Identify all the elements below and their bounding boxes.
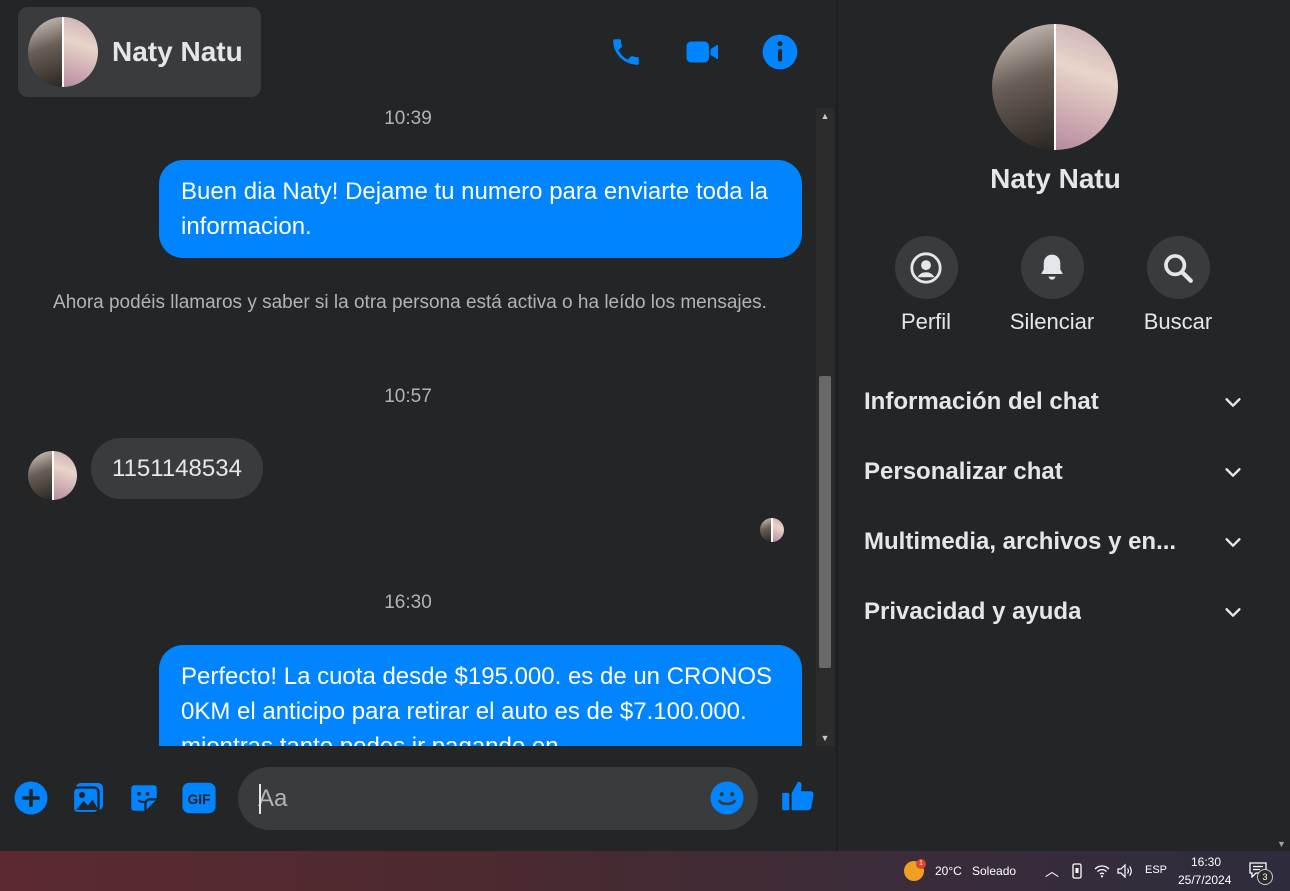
system-note: Ahora podéis llamaros y saber si la otra… bbox=[53, 292, 767, 313]
emoji-button[interactable] bbox=[709, 780, 745, 816]
bell-icon bbox=[1041, 254, 1063, 280]
weather-description[interactable]: Soleado bbox=[972, 864, 1016, 878]
image-gallery-icon bbox=[71, 783, 103, 815]
mute-button[interactable]: Silenciar bbox=[989, 236, 1115, 335]
sticker-icon bbox=[131, 785, 157, 811]
device-icon[interactable] bbox=[1070, 863, 1084, 879]
media-files-section[interactable]: Multimedia, archivos y en... bbox=[864, 522, 1244, 562]
conversation-details-panel: Naty Natu Perfil Silenciar Buscar Inform… bbox=[838, 0, 1273, 851]
chevron-down-icon bbox=[1225, 608, 1241, 617]
svg-text:GIF: GIF bbox=[187, 791, 210, 807]
scroll-down-arrow-icon[interactable]: ▼ bbox=[816, 730, 834, 746]
search-icon bbox=[1164, 253, 1193, 283]
details-contact-name: Naty Natu bbox=[990, 163, 1121, 194]
outgoing-message[interactable]: Buen dia Naty! Dejame tu numero para env… bbox=[159, 160, 802, 258]
customize-chat-label: Personalizar chat bbox=[864, 458, 1063, 485]
chevron-down-icon bbox=[1225, 398, 1241, 407]
read-receipt-avatar bbox=[760, 518, 784, 542]
gif-icon: GIF bbox=[182, 782, 216, 814]
privacy-help-label: Privacidad y ayuda bbox=[864, 598, 1082, 625]
clock-time[interactable]: 16:30 bbox=[1191, 855, 1221, 869]
wifi-icon[interactable] bbox=[1094, 864, 1110, 878]
scroll-thumb[interactable] bbox=[819, 376, 831, 668]
search-label: Buscar bbox=[1143, 309, 1213, 334]
plus-circle-icon bbox=[14, 781, 48, 815]
composer: GIF bbox=[0, 746, 836, 851]
chat-info-section[interactable]: Información del chat bbox=[864, 382, 1244, 422]
profile-icon bbox=[910, 251, 942, 284]
message-list[interactable]: 10:39 Buen dia Naty! Dejame tu numero pa… bbox=[0, 108, 816, 746]
outgoing-message[interactable]: Perfecto! La cuota desde $195.000. es de… bbox=[159, 645, 802, 746]
timestamp: 16:30 bbox=[384, 592, 432, 613]
sender-avatar bbox=[28, 451, 77, 500]
scroll-up-arrow-icon[interactable]: ▲ bbox=[816, 108, 834, 124]
media-files-label: Multimedia, archivos y en... bbox=[864, 528, 1177, 555]
gif-button[interactable]: GIF bbox=[181, 780, 217, 816]
message-input[interactable] bbox=[258, 777, 698, 821]
like-button[interactable] bbox=[778, 776, 818, 816]
profile-label: Perfil bbox=[900, 309, 952, 334]
windows-taskbar: 1 20°C Soleado ︿ ESP 16:30 25/7/2024 bbox=[0, 851, 1290, 891]
more-actions-button[interactable] bbox=[13, 780, 49, 816]
search-button[interactable]: Buscar bbox=[1115, 236, 1241, 335]
messenger-window: Naty Natu 10:39 Buen dia Naty! Dejame tu… bbox=[0, 0, 1290, 851]
customize-chat-section[interactable]: Personalizar chat bbox=[864, 452, 1244, 492]
weather-temperature[interactable]: 20°C bbox=[935, 864, 962, 878]
mute-label: Silenciar bbox=[1009, 309, 1095, 334]
timestamp: 10:57 bbox=[384, 386, 432, 407]
message-input-wrapper[interactable] bbox=[238, 767, 758, 830]
incoming-message[interactable]: 1151148534 bbox=[91, 438, 263, 499]
info-icon bbox=[762, 34, 798, 70]
chevron-down-icon bbox=[1225, 538, 1241, 547]
notification-count-badge: 3 bbox=[1257, 869, 1273, 885]
thumbs-up-icon bbox=[782, 781, 814, 811]
header-contact-button[interactable]: Naty Natu bbox=[18, 7, 261, 97]
profile-button[interactable]: Perfil bbox=[863, 236, 989, 335]
phone-icon bbox=[613, 39, 639, 65]
contact-avatar bbox=[28, 17, 98, 87]
video-call-button[interactable] bbox=[683, 32, 723, 72]
clock-date[interactable]: 25/7/2024 bbox=[1178, 873, 1231, 887]
sticker-button[interactable] bbox=[126, 780, 162, 816]
header-actions bbox=[569, 32, 836, 72]
chevron-down-icon bbox=[1225, 468, 1241, 477]
audio-call-button[interactable] bbox=[606, 32, 646, 72]
chat-pane: Naty Natu 10:39 Buen dia Naty! Dejame tu… bbox=[0, 0, 836, 851]
chat-header: Naty Natu bbox=[0, 0, 836, 106]
weather-alert-badge: 1 bbox=[916, 859, 926, 869]
timestamp: 10:39 bbox=[384, 108, 432, 129]
message-scrollbar[interactable]: ▲ ▼ bbox=[816, 108, 834, 746]
attach-media-button[interactable] bbox=[70, 780, 106, 816]
details-avatar[interactable] bbox=[992, 24, 1118, 150]
chevron-up-icon[interactable]: ︿ bbox=[1045, 861, 1059, 881]
details-scrollbar[interactable]: ▼ bbox=[1273, 0, 1290, 851]
chat-info-label: Información del chat bbox=[864, 388, 1099, 415]
privacy-help-section[interactable]: Privacidad y ayuda bbox=[864, 592, 1244, 632]
speaker-icon[interactable] bbox=[1116, 863, 1134, 879]
conversation-info-button[interactable] bbox=[760, 32, 800, 72]
header-contact-name: Naty Natu bbox=[112, 36, 243, 67]
scroll-down-arrow-icon[interactable]: ▼ bbox=[1273, 839, 1290, 849]
smiley-icon bbox=[710, 781, 744, 815]
video-camera-icon bbox=[686, 41, 718, 63]
text-caret bbox=[259, 784, 261, 814]
input-language[interactable]: ESP bbox=[1145, 864, 1167, 876]
